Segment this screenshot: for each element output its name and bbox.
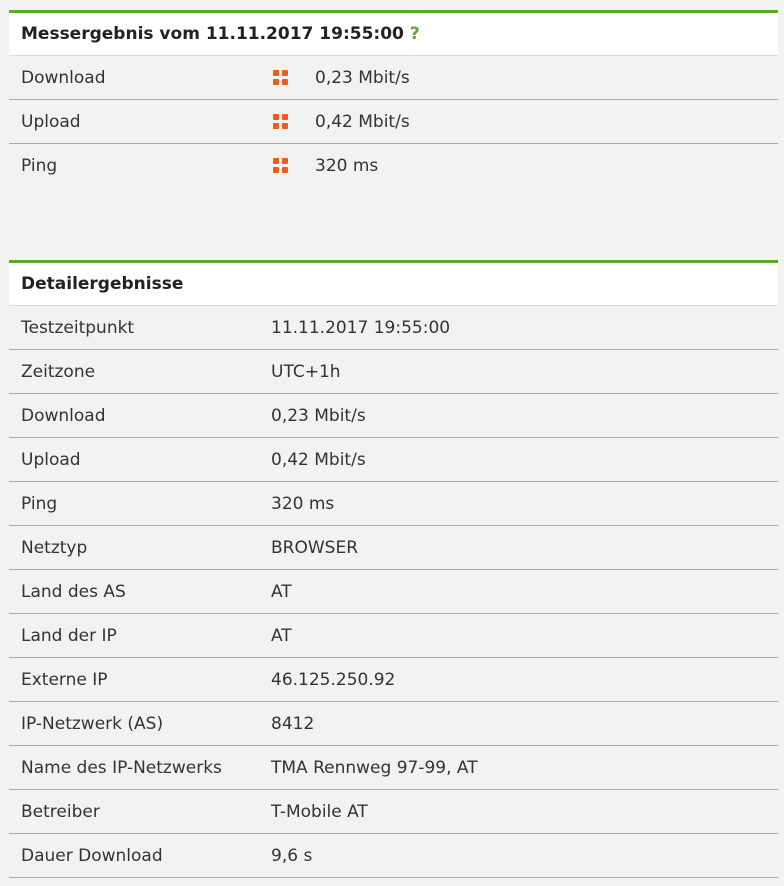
detail-row-dauer-download: Dauer Download 9,6 s (9, 834, 778, 878)
summary-value: 0,42 Mbit/s (315, 112, 410, 132)
details-header: Detailergebnisse (9, 263, 778, 306)
details-panel: Detailergebnisse Testzeitpunkt 11.11.201… (9, 260, 778, 878)
detail-value: AT (271, 582, 292, 602)
detail-row-netztyp: Netztyp BROWSER (9, 526, 778, 570)
detail-value: UTC+1h (271, 362, 341, 382)
detail-row-upload: Upload 0,42 Mbit/s (9, 438, 778, 482)
quality-grid-icon (273, 158, 289, 174)
detail-label: Land des AS (21, 582, 126, 602)
detail-value: 11.11.2017 19:55:00 (271, 318, 451, 338)
summary-header: Messergebnis vom 11.11.2017 19:55:00? (9, 13, 778, 56)
summary-row-upload: Upload 0,42 Mbit/s (9, 100, 778, 144)
detail-label: Dauer Download (21, 846, 163, 866)
detail-label: Betreiber (21, 802, 100, 822)
help-icon[interactable]: ? (410, 24, 420, 44)
detail-row-netzwerk-name: Name des IP-Netzwerks TMA Rennweg 97-99,… (9, 746, 778, 790)
summary-row-download: Download 0,23 Mbit/s (9, 56, 778, 100)
detail-row-download: Download 0,23 Mbit/s (9, 394, 778, 438)
detail-label: Name des IP-Netzwerks (21, 758, 222, 778)
detail-row-betreiber: Betreiber T-Mobile AT (9, 790, 778, 834)
detail-label: Land der IP (21, 626, 117, 646)
detail-value: T-Mobile AT (271, 802, 368, 822)
summary-label: Download (21, 68, 106, 88)
detail-value: 46.125.250.92 (271, 670, 396, 690)
detail-label: Externe IP (21, 670, 108, 690)
detail-row-land-der-ip: Land der IP AT (9, 614, 778, 658)
detail-value: 0,42 Mbit/s (271, 450, 366, 470)
summary-title: Messergebnis vom 11.11.2017 19:55:00 (21, 24, 404, 44)
detail-row-externe-ip: Externe IP 46.125.250.92 (9, 658, 778, 702)
detail-row-ping: Ping 320 ms (9, 482, 778, 526)
details-title: Detailergebnisse (21, 274, 184, 294)
detail-label: Download (21, 406, 106, 426)
summary-label: Upload (21, 112, 81, 132)
quality-grid-icon (273, 114, 289, 130)
detail-value: TMA Rennweg 97-99, AT (271, 758, 478, 778)
summary-label: Ping (21, 156, 58, 176)
quality-grid-icon (273, 70, 289, 86)
detail-label: Netztyp (21, 538, 88, 558)
detail-label: Zeitzone (21, 362, 96, 382)
detail-row-land-des-as: Land des AS AT (9, 570, 778, 614)
detail-label: IP-Netzwerk (AS) (21, 714, 164, 734)
detail-label: Upload (21, 450, 81, 470)
summary-value: 0,23 Mbit/s (315, 68, 410, 88)
detail-value: AT (271, 626, 292, 646)
detail-label: Ping (21, 494, 58, 514)
detail-value: 9,6 s (271, 846, 313, 866)
detail-row-zeitzone: Zeitzone UTC+1h (9, 350, 778, 394)
detail-value: 8412 (271, 714, 315, 734)
detail-value: BROWSER (271, 538, 359, 558)
detail-label: Testzeitpunkt (21, 318, 135, 338)
detail-row-ip-netzwerk: IP-Netzwerk (AS) 8412 (9, 702, 778, 746)
summary-row-ping: Ping 320 ms (9, 144, 778, 188)
summary-value: 320 ms (315, 156, 379, 176)
detail-value: 0,23 Mbit/s (271, 406, 366, 426)
summary-panel: Messergebnis vom 11.11.2017 19:55:00? Do… (9, 10, 778, 188)
detail-row-testzeitpunkt: Testzeitpunkt 11.11.2017 19:55:00 (9, 306, 778, 350)
detail-value: 320 ms (271, 494, 335, 514)
